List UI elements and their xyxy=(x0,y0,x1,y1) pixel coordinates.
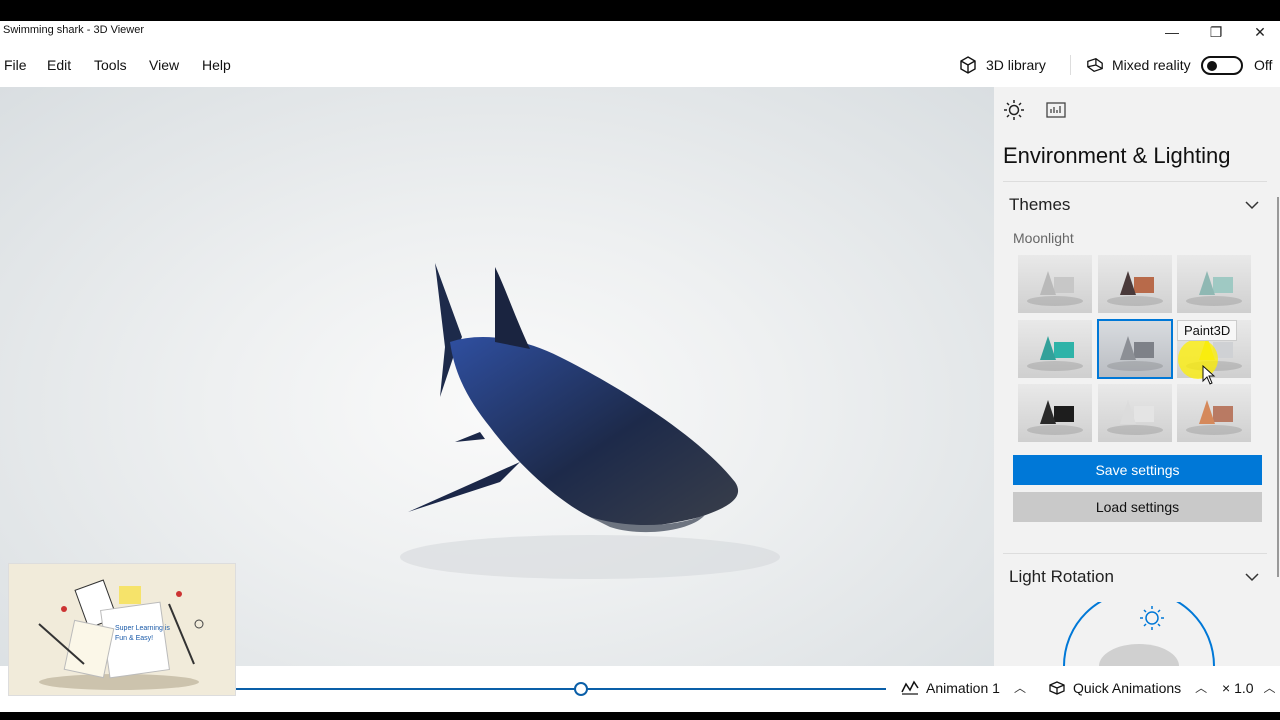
animation-icon xyxy=(901,680,919,695)
menu-bar: File Edit Tools View Help 3D library Mix… xyxy=(0,43,1280,87)
timeline-thumb[interactable] xyxy=(573,682,588,696)
quick-animations-label: Quick Animations xyxy=(1073,679,1182,696)
panel-title: Environment & Lighting xyxy=(1003,143,1231,168)
theme-preview-icon xyxy=(1107,400,1163,435)
stats-tab-icon[interactable] xyxy=(1045,99,1067,121)
mixed-reality-icon xyxy=(1087,58,1103,72)
theme-thumbnail-8[interactable] xyxy=(1098,384,1172,442)
theme-preview-icon xyxy=(1107,336,1163,371)
light-rotation-dial[interactable] xyxy=(1054,602,1224,666)
3d-library-label: 3D library xyxy=(986,57,1046,73)
chevron-down-icon[interactable] xyxy=(1245,573,1259,582)
cube-icon xyxy=(960,56,976,74)
mouse-cursor-icon xyxy=(1202,365,1216,385)
overlay-thumbnail: Super Learning is Fun & Easy! xyxy=(8,563,236,696)
menu-view[interactable]: View xyxy=(149,57,179,73)
chevron-down-icon[interactable] xyxy=(1245,201,1259,210)
selected-theme-name: Moonlight xyxy=(1013,230,1074,246)
toggle-knob xyxy=(1207,61,1217,71)
quick-animations-button[interactable]: Quick Animations ︿ xyxy=(1047,679,1207,696)
close-button[interactable]: ✕ xyxy=(1238,21,1280,43)
theme-thumbnail-3[interactable] xyxy=(1177,255,1251,313)
title-bar: Swimming shark - 3D Viewer — ❐ ✕ xyxy=(0,21,1280,43)
save-settings-button[interactable]: Save settings xyxy=(1013,455,1262,485)
maximize-button[interactable]: ❐ xyxy=(1194,21,1238,43)
minimize-button[interactable]: — xyxy=(1150,21,1194,43)
theme-thumbnail-2[interactable] xyxy=(1098,255,1172,313)
menu-file[interactable]: File xyxy=(4,57,27,73)
mixed-reality-toggle[interactable] xyxy=(1201,56,1243,75)
thumbnail-caption: Super Learning is Fun & Easy! xyxy=(115,625,170,642)
themes-header[interactable]: Themes xyxy=(1009,195,1070,215)
mixed-reality-label: Mixed reality xyxy=(1112,57,1191,73)
environment-panel: Environment & Lighting Themes Moonlight … xyxy=(994,87,1280,666)
menu-help[interactable]: Help xyxy=(202,57,231,73)
theme-preview-icon xyxy=(1107,271,1163,306)
theme-preview-icon xyxy=(1027,400,1083,435)
menu-tools[interactable]: Tools xyxy=(94,57,127,73)
chevron-up-icon: ︿ xyxy=(1013,681,1026,695)
mixed-reality-button[interactable]: Mixed reality xyxy=(1086,53,1191,77)
theme-thumbnail-9[interactable] xyxy=(1177,384,1251,442)
window-title: Swimming shark - 3D Viewer xyxy=(3,24,145,36)
chevron-up-icon: ︿ xyxy=(1195,681,1208,695)
divider xyxy=(1003,553,1267,554)
menu-separator xyxy=(1070,55,1071,75)
sun-tab-icon[interactable] xyxy=(1003,99,1025,121)
panel-scrollbar[interactable] xyxy=(1277,197,1279,577)
theme-thumbnail-4[interactable] xyxy=(1018,320,1092,378)
speed-selector[interactable]: × 1.0 ︿ xyxy=(1222,679,1276,696)
light-rotation-header[interactable]: Light Rotation xyxy=(1009,567,1114,587)
divider xyxy=(1003,181,1267,182)
theme-thumbnail-7[interactable] xyxy=(1018,384,1092,442)
theme-preview-icon xyxy=(1186,400,1242,435)
theme-preview-icon xyxy=(1027,336,1083,371)
theme-thumbnail-5[interactable] xyxy=(1097,319,1173,379)
theme-preview-icon xyxy=(1027,271,1083,306)
3d-library-button[interactable]: 3D library xyxy=(958,53,1046,77)
animation-label: Animation 1 xyxy=(926,679,1000,696)
timeline-track[interactable] xyxy=(236,688,886,690)
chevron-up-icon: ︿ xyxy=(1263,681,1276,695)
speed-label: × 1.0 xyxy=(1222,679,1254,696)
theme-preview-icon xyxy=(1186,271,1242,306)
mixed-reality-state: Off xyxy=(1254,57,1273,73)
menu-edit[interactable]: Edit xyxy=(47,57,71,73)
theme-tooltip: Paint3D xyxy=(1177,320,1238,341)
quick-animation-icon xyxy=(1049,680,1065,695)
sun-icon xyxy=(1140,606,1164,630)
animation-selector[interactable]: Animation 1 ︿ xyxy=(900,679,1026,696)
theme-thumbnail-1[interactable] xyxy=(1018,255,1092,313)
load-settings-button[interactable]: Load settings xyxy=(1013,492,1262,522)
